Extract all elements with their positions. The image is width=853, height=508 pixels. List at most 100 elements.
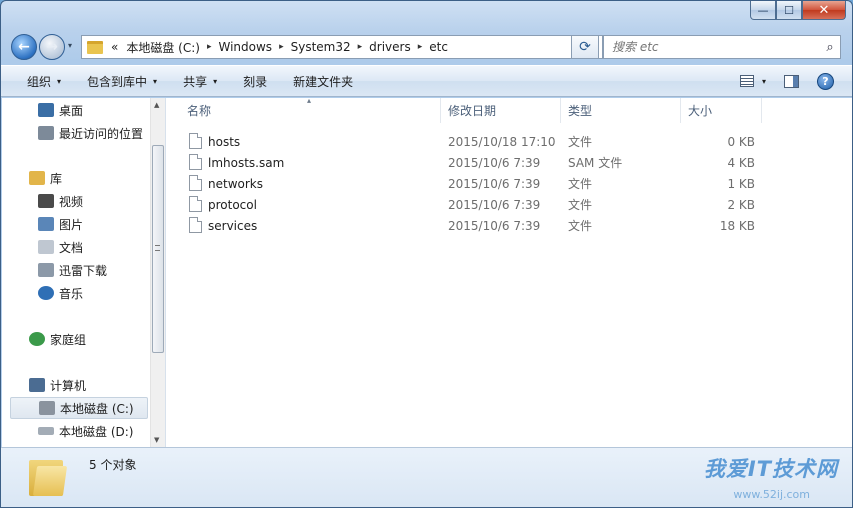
close-button[interactable]: ✕ [802,1,846,20]
chevron-down-icon: ▾ [153,76,158,86]
file-name: lmhosts.sam [208,155,285,170]
sidebar-item-computer[interactable]: 计算机 [29,374,165,396]
chevron-down-icon: ▾ [213,76,218,86]
details-pane: 5 个对象 我爱IT技术网 www.52ij.com [1,447,852,507]
breadcrumb-chevron-icon[interactable]: ▸ [204,42,215,52]
file-list: ▴ 名称 修改日期 类型 大小 hosts 2015/10/18 17:10 文… [167,96,852,447]
recent-places-icon [38,126,54,140]
file-type: 文件 [568,177,593,191]
sidebar-item-desktop[interactable]: 桌面 [38,99,165,121]
address-bar[interactable]: « 本地磁盘 (C:) ▸ Windows ▸ System32 ▸ drive… [81,35,603,59]
search-box[interactable]: ⌕ [603,35,841,59]
search-input[interactable] [604,40,820,54]
table-row[interactable]: hosts 2015/10/18 17:10 文件 0 KB [185,131,765,152]
file-type: 文件 [568,219,593,233]
file-icon [189,154,202,170]
command-bar: 组织 ▾ 包含到库中 ▾ 共享 ▾ 刻录 新建文件夹 ▾ ? [1,65,852,97]
sidebar-item-pictures[interactable]: 图片 [38,213,165,235]
maximize-button[interactable]: ☐ [776,1,802,20]
burn-label: 刻录 [243,74,268,89]
column-header-name[interactable]: 名称 [181,98,441,123]
sidebar-item-music[interactable]: 音乐 [38,282,165,304]
include-in-library-menu[interactable]: 包含到库中 ▾ [74,66,170,96]
sidebar-item-label: 本地磁盘 (D:) [59,424,134,439]
breadcrumb-chevron-icon[interactable]: ▸ [355,42,366,52]
pictures-icon [38,217,54,231]
sidebar-item-thunder-downloads[interactable]: 迅雷下载 [38,259,165,281]
share-menu[interactable]: 共享 ▾ [170,66,230,96]
sidebar-item-label: 家庭组 [50,332,87,347]
sidebar-item-libraries[interactable]: 库 [29,167,165,189]
burn-button[interactable]: 刻录 [230,66,280,96]
file-size: 2 KB [727,197,755,212]
share-label: 共享 [183,74,208,89]
change-view-button[interactable]: ▾ [739,75,766,87]
organize-menu[interactable]: 组织 ▾ [1,66,74,96]
homegroup-icon [29,332,45,346]
sidebar-item-documents[interactable]: 文档 [38,236,165,258]
file-size: 1 KB [727,176,755,191]
breadcrumb-system32[interactable]: System32 [287,40,355,54]
column-header-date-modified[interactable]: 修改日期 [442,98,561,123]
caption-buttons: — ☐ ✕ [750,1,846,20]
breadcrumb-drivers[interactable]: drivers [365,40,415,54]
recent-pages-dropdown[interactable]: ▾ [68,41,72,50]
back-button[interactable]: ← [11,34,37,60]
file-icon [189,133,202,149]
sidebar-item-homegroup[interactable]: 家庭组 [29,328,165,350]
details-view-icon [739,75,754,87]
file-type: 文件 [568,135,593,149]
breadcrumb-etc[interactable]: etc [425,40,452,54]
table-row[interactable]: services 2015/10/6 7:39 文件 18 KB [185,215,765,236]
sidebar-item-label: 库 [50,171,63,186]
file-type: SAM 文件 [568,156,623,170]
breadcrumb-overflow[interactable]: « [107,40,122,54]
sidebar-item-label: 文档 [59,240,84,255]
new-folder-button[interactable]: 新建文件夹 [280,66,366,96]
new-folder-label: 新建文件夹 [293,74,354,89]
chevron-down-icon: ▾ [761,76,766,86]
scroll-up-icon[interactable]: ▲ [154,101,159,109]
table-row[interactable]: lmhosts.sam 2015/10/6 7:39 SAM 文件 4 KB [185,152,765,173]
drive-c-icon [39,401,55,415]
search-icon[interactable]: ⌕ [820,40,840,55]
table-row[interactable]: networks 2015/10/6 7:39 文件 1 KB [185,173,765,194]
file-date: 2015/10/6 7:39 [448,155,541,170]
downloads-icon [38,263,54,277]
minimize-button[interactable]: — [750,1,776,20]
refresh-button[interactable]: ⟳ [571,35,599,59]
column-header-size[interactable]: 大小 [682,98,762,123]
file-date: 2015/10/6 7:39 [448,176,541,191]
breadcrumb-c-drive[interactable]: 本地磁盘 (C:) [122,39,204,56]
sidebar-item-local-disk-d[interactable]: 本地磁盘 (D:) [38,420,165,442]
navigation-pane-scrollbar[interactable]: ▲ ▼ [150,98,165,447]
breadcrumb-windows[interactable]: Windows [214,40,276,54]
folder-icon [87,40,103,54]
file-date: 2015/10/18 17:10 [448,134,556,149]
sidebar-item-recent-places[interactable]: 最近访问的位置 [38,122,165,144]
breadcrumb-chevron-icon[interactable]: ▸ [415,42,426,52]
sidebar-item-label: 图片 [59,217,84,232]
watermark-text: 我爱IT技术网 [703,457,838,481]
breadcrumb-chevron-icon[interactable]: ▸ [276,42,287,52]
table-row[interactable]: protocol 2015/10/6 7:39 文件 2 KB [185,194,765,215]
computer-icon [29,378,45,392]
breadcrumb: « 本地磁盘 (C:) ▸ Windows ▸ System32 ▸ drive… [107,36,452,58]
forward-button[interactable]: → [39,34,65,60]
file-icon [189,196,202,212]
item-count: 5 个对象 [89,458,137,472]
sidebar-item-videos[interactable]: 视频 [38,190,165,212]
sidebar-item-local-disk-c[interactable]: 本地磁盘 (C:) [10,397,148,419]
folder-icon [27,456,69,498]
explorer-window: — ☐ ✕ ← → ▾ « 本地磁盘 (C:) ▸ Windows ▸ Syst… [0,0,853,508]
help-icon[interactable]: ? [817,72,834,90]
videos-icon [38,194,54,208]
preview-pane-icon[interactable] [784,74,799,88]
chevron-down-icon: ▾ [57,76,62,86]
file-name: protocol [208,197,257,212]
file-name: hosts [208,134,241,149]
column-header-type[interactable]: 类型 [562,98,681,123]
scroll-down-icon[interactable]: ▼ [154,436,159,444]
file-name: networks [208,176,263,191]
music-icon [38,286,54,300]
